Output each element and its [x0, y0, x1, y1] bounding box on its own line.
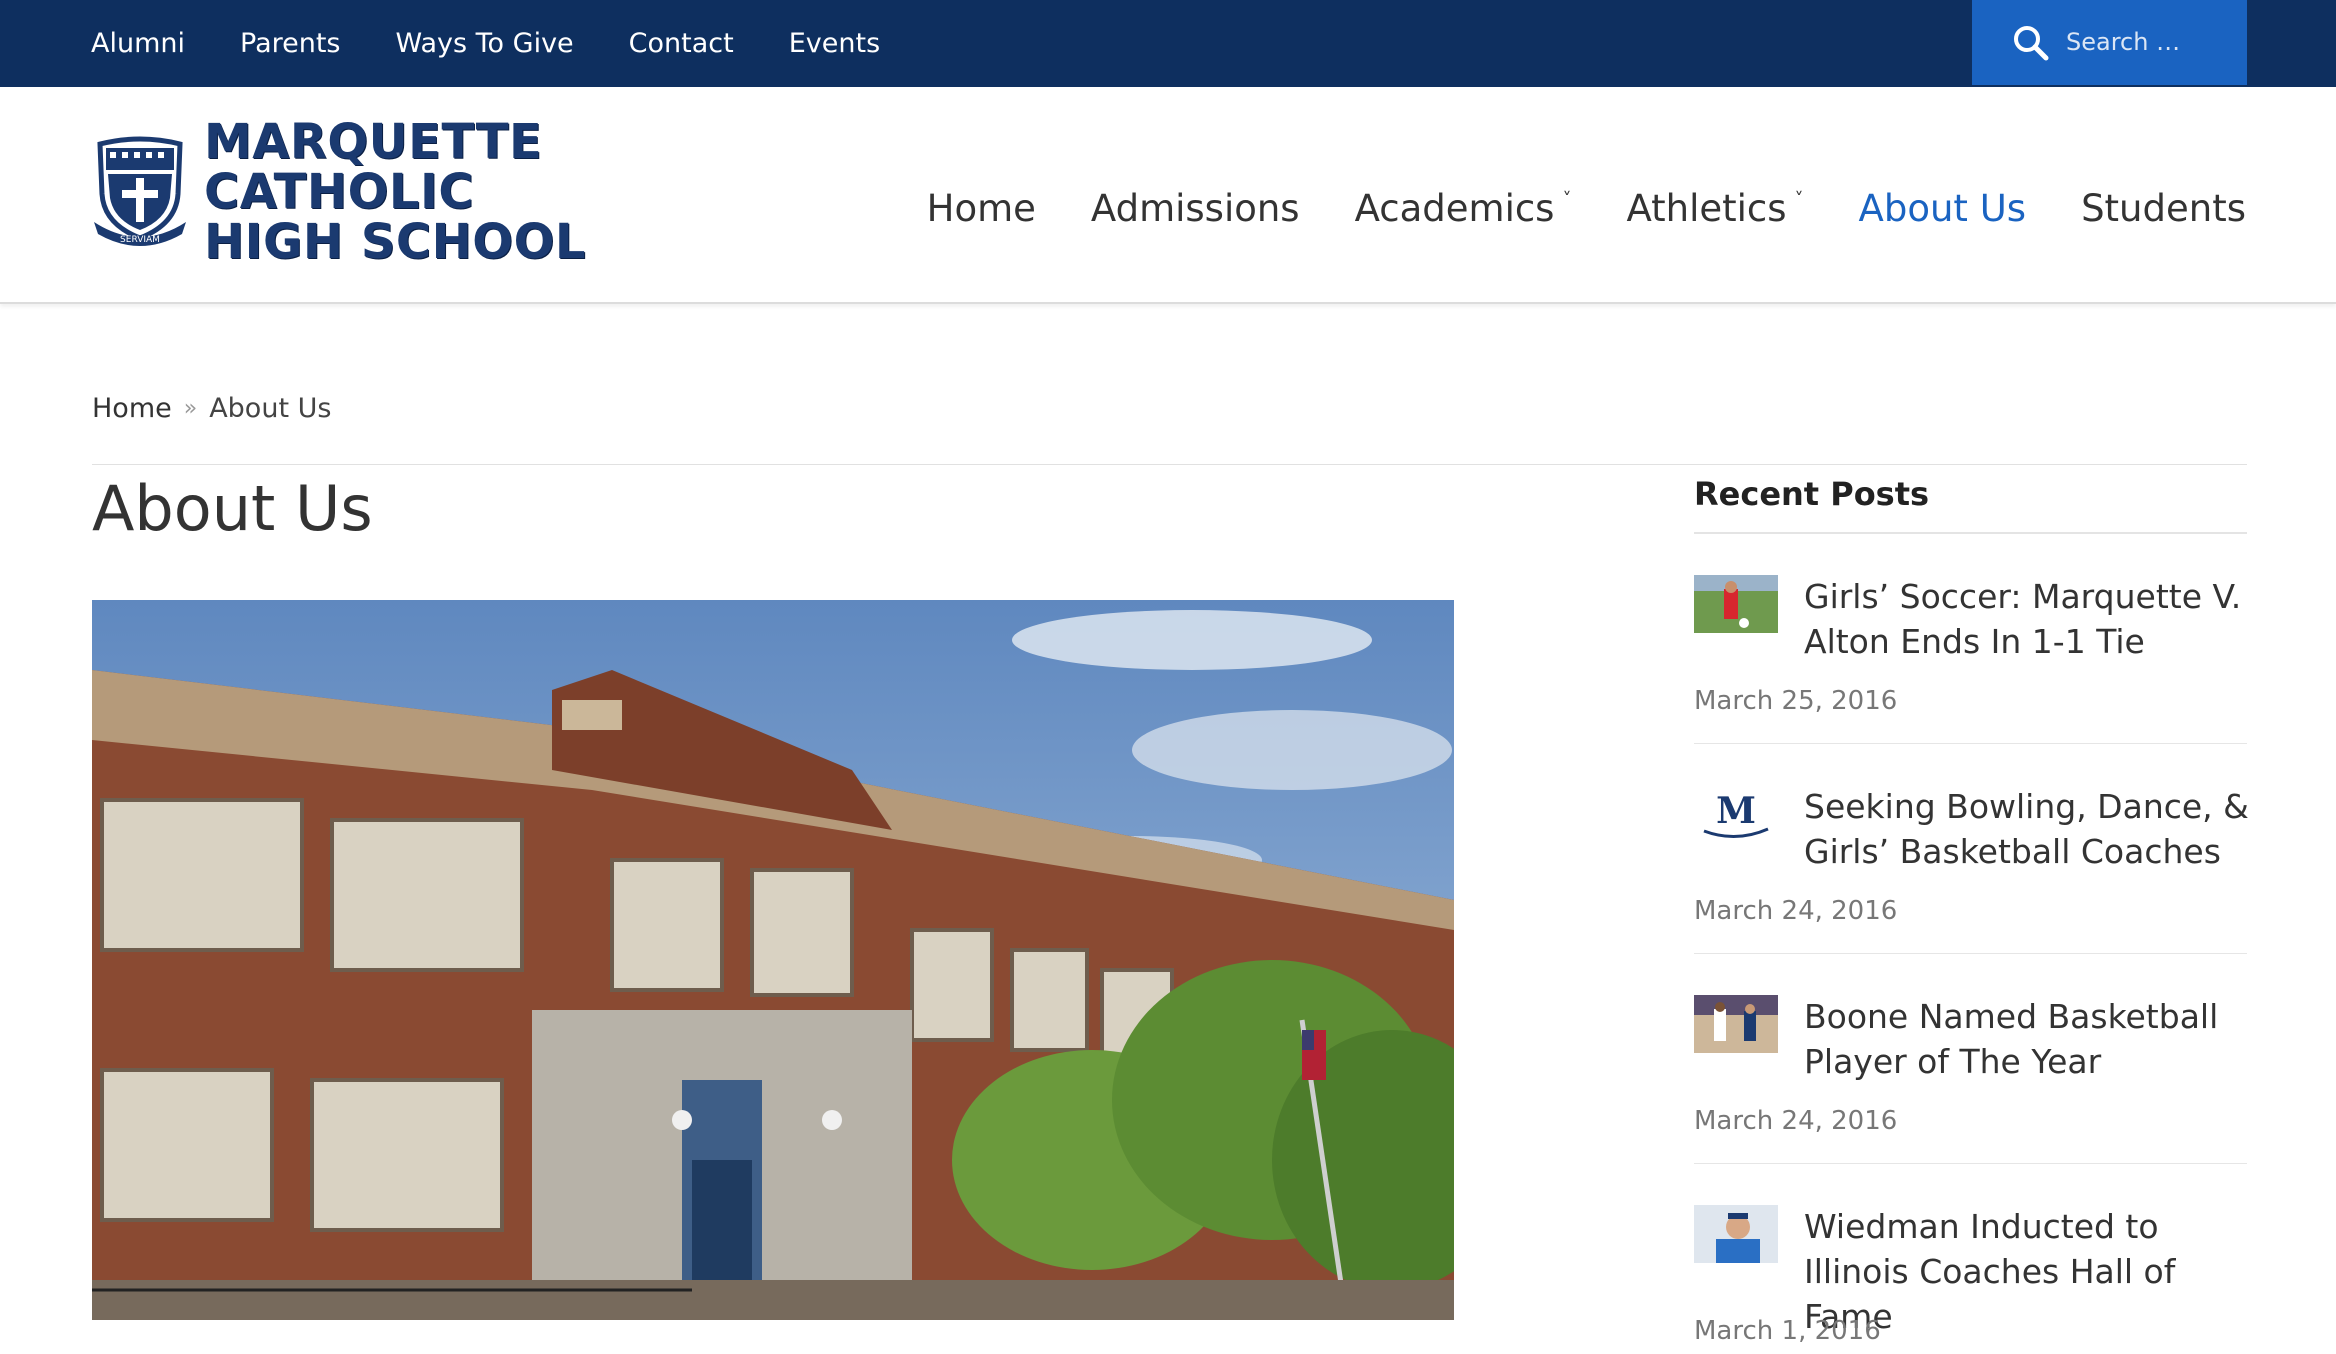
post-thumbnail[interactable] — [1694, 1205, 1778, 1263]
breadcrumb: Home » About Us — [92, 393, 331, 424]
recent-post-item: Girls’ Soccer: Marquette V. Alton Ends I… — [1694, 534, 2247, 744]
chevron-down-icon: ˅ — [1562, 189, 1572, 210]
site-header: SERVIAM MARQUETTE CATHOLIC HIGH SCHOOL H… — [0, 87, 2336, 304]
recent-post-item: Wiedman Inducted to Illinois Coaches Hal… — [1694, 1164, 2247, 1354]
nav-label: About Us — [1858, 187, 2027, 230]
post-date: March 24, 2016 — [1694, 896, 1898, 926]
crest-motto: SERVIAM — [120, 235, 160, 245]
post-thumbnail[interactable] — [1694, 995, 1778, 1053]
top-utility-bar: Alumni Parents Ways To Give Contact Even… — [0, 0, 2336, 87]
post-thumbnail[interactable]: M — [1694, 785, 1778, 843]
search-box — [1972, 0, 2247, 85]
page-title: About Us — [92, 472, 373, 545]
post-title-link[interactable]: Girls’ Soccer: Marquette V. Alton Ends I… — [1804, 574, 2249, 664]
post-date: March 1, 2016 — [1694, 1316, 1881, 1346]
svg-text:M: M — [1716, 790, 1756, 832]
recent-post-item: Boone Named Basketball Player of The Yea… — [1694, 954, 2247, 1164]
search-input[interactable] — [2066, 22, 2236, 62]
nav-label: Home — [926, 187, 1036, 230]
utility-link-parents[interactable]: Parents — [240, 28, 341, 59]
recent-posts-sidebar: Recent Posts Girls’ Soccer: Marquette V.… — [1694, 464, 2249, 1354]
post-title-link[interactable]: Seeking Bowling, Dance, & Girls’ Basketb… — [1804, 784, 2249, 874]
utility-link-alumni[interactable]: Alumni — [91, 28, 185, 59]
post-date: March 24, 2016 — [1694, 1106, 1898, 1136]
nav-label: Academics — [1354, 187, 1555, 230]
nav-item-students[interactable]: Students — [2081, 187, 2246, 230]
breadcrumb-home[interactable]: Home — [92, 393, 172, 424]
nav-label: Admissions — [1090, 187, 1300, 230]
search-icon[interactable] — [2012, 24, 2050, 62]
school-building-image — [92, 600, 1454, 1320]
post-date: March 25, 2016 — [1694, 686, 1898, 716]
post-thumbnail[interactable] — [1694, 575, 1778, 633]
logo-line-2: CATHOLIC — [204, 164, 475, 220]
recent-posts-heading: Recent Posts — [1694, 464, 2247, 534]
utility-link-contact[interactable]: Contact — [629, 28, 734, 59]
post-title-link[interactable]: Boone Named Basketball Player of The Yea… — [1804, 994, 2249, 1084]
main-nav: Home Admissions Academics ˅ Athletics ˅ Ab… — [872, 187, 2246, 230]
utility-link-events[interactable]: Events — [789, 28, 880, 59]
utility-nav: Alumni Parents Ways To Give Contact Even… — [91, 0, 935, 87]
nav-item-admissions[interactable]: Admissions — [1091, 187, 1300, 230]
nav-item-home[interactable]: Home — [927, 187, 1036, 230]
utility-link-ways-to-give[interactable]: Ways To Give — [396, 28, 574, 59]
site-logo[interactable]: SERVIAM MARQUETTE CATHOLIC HIGH SCHOOL — [92, 117, 586, 267]
recent-post-item: M Seeking Bowling, Dance, & Girls’ Baske… — [1694, 744, 2249, 954]
school-crest-icon: SERVIAM — [94, 136, 186, 246]
chevron-down-icon: ˅ — [1794, 189, 1804, 210]
nav-label: Students — [2081, 187, 2246, 230]
nav-item-about-us[interactable]: About Us — [1859, 187, 2027, 230]
logo-wordmark: MARQUETTE CATHOLIC HIGH SCHOOL — [204, 117, 586, 267]
breadcrumb-current: About Us — [209, 393, 332, 424]
nav-label: Athletics — [1626, 187, 1787, 230]
logo-line-1: MARQUETTE — [204, 114, 543, 170]
nav-item-athletics[interactable]: Athletics ˅ — [1626, 187, 1803, 230]
logo-line-3: HIGH SCHOOL — [204, 214, 586, 270]
breadcrumb-separator: » — [183, 396, 198, 421]
nav-item-academics[interactable]: Academics ˅ — [1355, 187, 1572, 230]
